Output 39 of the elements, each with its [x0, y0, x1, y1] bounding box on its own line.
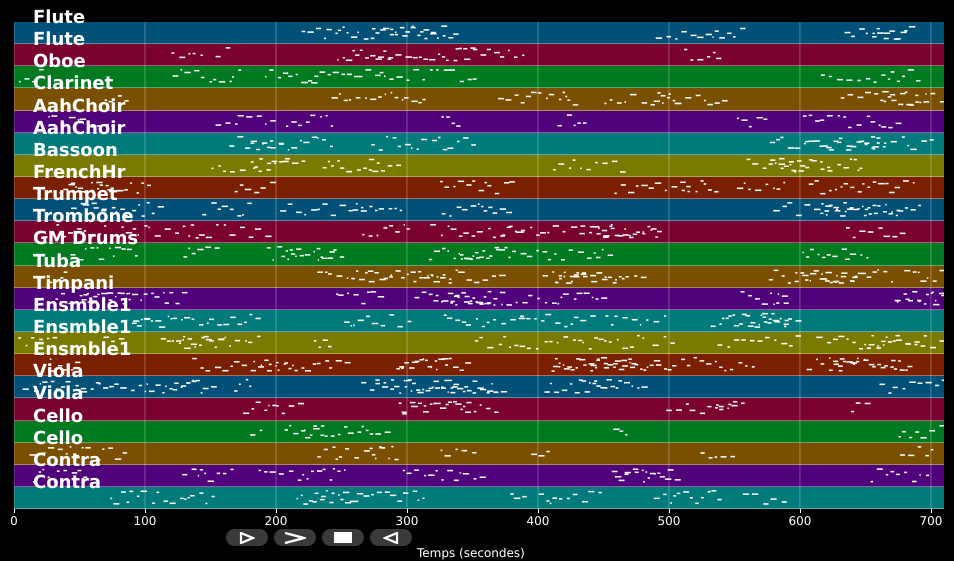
forward-button[interactable] [274, 529, 316, 546]
play-button[interactable] [226, 529, 268, 546]
axis-title: Temps (secondes) [417, 546, 525, 561]
axis-tick-label: 0 [10, 514, 18, 528]
track-label: AahChoir [33, 96, 126, 117]
play-icon [239, 532, 255, 544]
rewind-button[interactable] [370, 529, 412, 546]
track-label: Cello [33, 428, 84, 449]
stop-button[interactable] [322, 529, 364, 546]
axis-tick-label: 500 [657, 514, 680, 528]
track-label: Ensmble1 [33, 318, 132, 338]
chevron-right-icon [284, 532, 306, 544]
axis-tick-label: 700 [919, 514, 942, 528]
track-label: Contra [33, 472, 102, 493]
track-label: Bassoon [33, 140, 118, 161]
stop-icon [334, 532, 352, 543]
track-label: GM Drums [33, 229, 138, 250]
track-label: Ensmble1 [33, 340, 132, 360]
axis-tick-label: 400 [526, 514, 550, 528]
track-label: Trombone [33, 207, 134, 228]
axis-tick-label: 200 [264, 514, 288, 528]
track-label: AahChoir [33, 118, 126, 139]
axis-tick-label: 300 [396, 514, 418, 528]
track-label: Clarinet [33, 74, 114, 94]
track-label: FrenchHr [33, 162, 126, 183]
track-label: Viola [33, 362, 84, 382]
track-label: Ensmble1 [33, 296, 132, 316]
axis-tick-label: 600 [788, 514, 812, 528]
track-label: Timpani [33, 274, 114, 294]
reverse-play-icon [383, 532, 399, 544]
track-label: Flute [33, 30, 86, 50]
axis-tick-label: 100 [134, 514, 156, 528]
track-label: Flute [33, 8, 86, 28]
track-label: Tuba [33, 252, 82, 272]
track-label: Viola [33, 384, 84, 404]
track-label: Contra [33, 450, 102, 471]
track-label: Cello [33, 406, 84, 427]
track-label: Oboe [33, 52, 86, 72]
track-label: Trumpet [33, 185, 118, 206]
